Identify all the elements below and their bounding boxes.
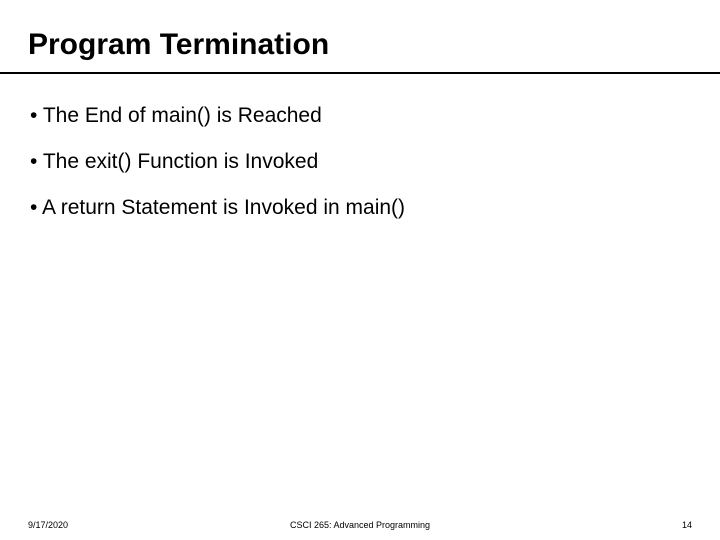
bullet-list: The End of main() is Reached The exit() … <box>28 104 692 220</box>
footer-date: 9/17/2020 <box>28 520 68 530</box>
footer-page-number: 14 <box>682 520 692 530</box>
slide-footer: 9/17/2020 CSCI 265: Advanced Programming… <box>0 520 720 530</box>
slide-title: Program Termination <box>28 28 692 68</box>
footer-course: CSCI 265: Advanced Programming <box>290 520 430 530</box>
title-underline <box>0 72 720 74</box>
bullet-item: The End of main() is Reached <box>28 104 692 128</box>
bullet-item: The exit() Function is Invoked <box>28 150 692 174</box>
slide: Program Termination The End of main() is… <box>0 0 720 540</box>
slide-body: The End of main() is Reached The exit() … <box>28 104 692 220</box>
bullet-item: A return Statement is Invoked in main() <box>28 196 692 220</box>
